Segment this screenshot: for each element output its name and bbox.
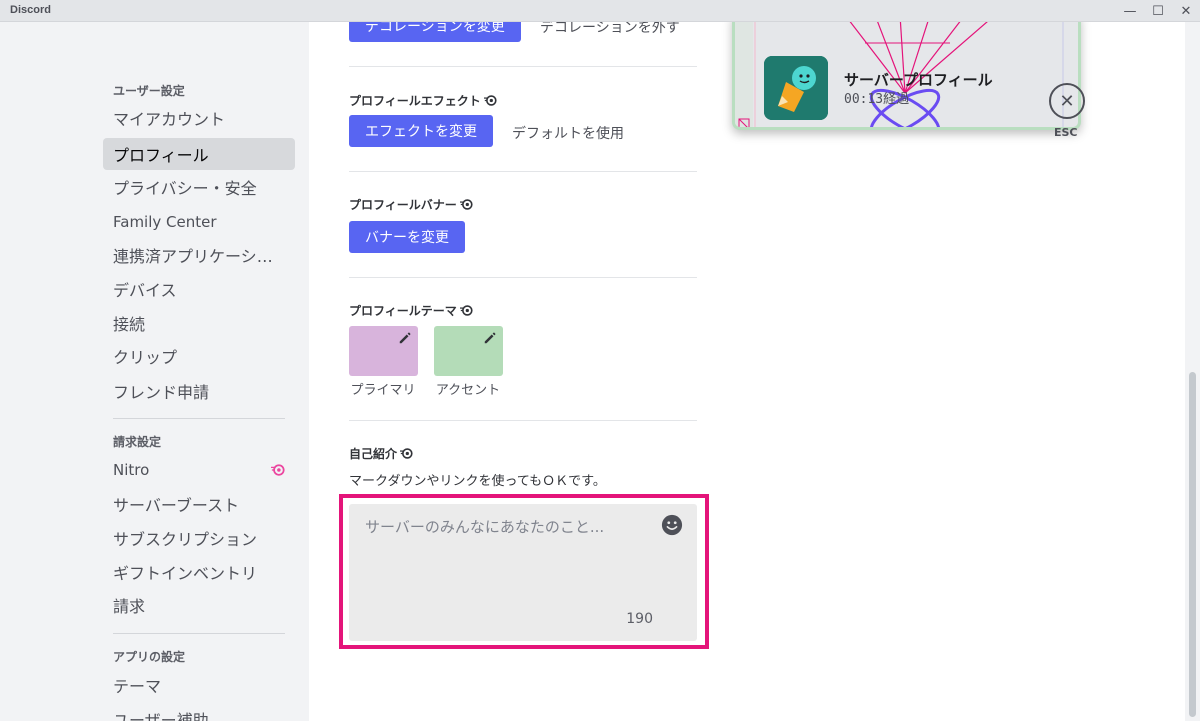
minimize-button[interactable]: — [1115,0,1145,22]
sidebar-item-friend-requests[interactable]: フレンド申請 [103,375,295,407]
section-divider [349,277,697,278]
sidebar-item-privacy-safety[interactable]: プライバシー・安全 [103,171,295,203]
section-divider [349,171,697,172]
content-scrollbar[interactable] [1185,22,1200,721]
sidebar-item-appearance[interactable]: テーマ [103,669,295,701]
change-decoration-button[interactable]: デコレーションを変更 [349,22,521,42]
user-settings-header: ユーザー設定 [113,84,185,98]
sidebar-item-authorized-apps[interactable]: 連携済アプリケーション [103,239,295,271]
sidebar-item-my-account[interactable]: マイアカウント [103,102,295,134]
close-icon: ✕ [1059,90,1075,112]
sidebar-divider [113,418,285,419]
section-divider [349,66,697,67]
sidebar-item-profile[interactable]: プロフィール [103,138,295,170]
primary-color-label: プライマリ [350,383,416,398]
maximize-button[interactable]: ☐ [1143,0,1173,22]
settings-sidebar: ユーザー設定 マイアカウント プロフィール プライバシー・安全 Family C… [0,22,309,721]
server-icon [764,56,828,120]
sidebar-item-clips[interactable]: クリップ [103,340,295,372]
nitro-icon [400,448,413,459]
emoji-icon[interactable] [661,514,683,536]
accent-color-label: アクセント [435,383,501,398]
use-default-effect-link[interactable]: デフォルトを使用 [512,123,624,143]
sidebar-item-gift-inventory[interactable]: ギフトインベントリ [103,556,295,588]
profile-preview-card: サーバープロフィール 00:13経過 [732,22,1081,130]
profile-theme-title: プロフィールテーマ [349,302,473,319]
close-settings-button[interactable]: ✕ [1049,83,1085,119]
bio-textarea[interactable]: サーバーのみんなにあなたのこと... 190 [349,504,697,641]
app-settings-header: アプリの設定 [113,650,186,664]
nitro-icon [459,305,473,316]
bio-title: 自己紹介 [349,445,413,462]
sidebar-item-billing[interactable]: 請求 [103,589,295,621]
profile-effect-title: プロフィールエフェクト [349,92,497,109]
sidebar-item-connections[interactable]: 接続 [103,307,295,339]
scrollbar-thumb[interactable] [1189,372,1196,717]
app-title: Discord [10,4,51,16]
pencil-character-icon [764,56,828,120]
sidebar-item-family-center[interactable]: Family Center [103,206,295,238]
close-window-button[interactable]: ✕ [1171,0,1200,22]
nitro-icon [483,95,497,106]
sidebar-item-accessibility[interactable]: ユーザー補助 [103,703,295,721]
sidebar-item-subscriptions[interactable]: サブスクリプション [103,522,295,554]
pencil-icon [484,332,496,344]
pencil-icon [399,332,411,344]
sidebar-item-nitro[interactable]: Nitro [103,454,295,486]
section-divider [349,420,697,421]
billing-settings-header: 請求設定 [113,435,162,449]
profile-settings-content: デコレーションを変更 デコレーションを外す プロフィールエフェクト エフェクトを… [309,22,1185,721]
preview-title: サーバープロフィール [844,71,993,89]
bio-placeholder: サーバーのみんなにあなたのこと... [365,518,605,536]
sidebar-divider [113,633,285,634]
accent-color-swatch[interactable] [434,326,503,376]
sidebar-item-devices[interactable]: デバイス [103,273,295,305]
remove-decoration-link[interactable]: デコレーションを外す [540,22,680,37]
window-titlebar: Discord — ☐ ✕ [0,0,1200,22]
nitro-icon [271,464,285,476]
profile-banner-title: プロフィールバナー [349,196,473,213]
bio-remaining-count: 190 [626,611,653,627]
preview-elapsed: 00:13経過 [844,92,910,107]
change-banner-button[interactable]: バナーを変更 [349,221,465,253]
primary-color-swatch[interactable] [349,326,418,376]
sidebar-item-server-boost[interactable]: サーバーブースト [103,488,295,520]
esc-label: ESC [1054,126,1078,139]
change-effect-button[interactable]: エフェクトを変更 [349,115,493,147]
bio-description: マークダウンやリンクを使ってもＯＫです。 [349,474,606,489]
nitro-icon [459,199,473,210]
